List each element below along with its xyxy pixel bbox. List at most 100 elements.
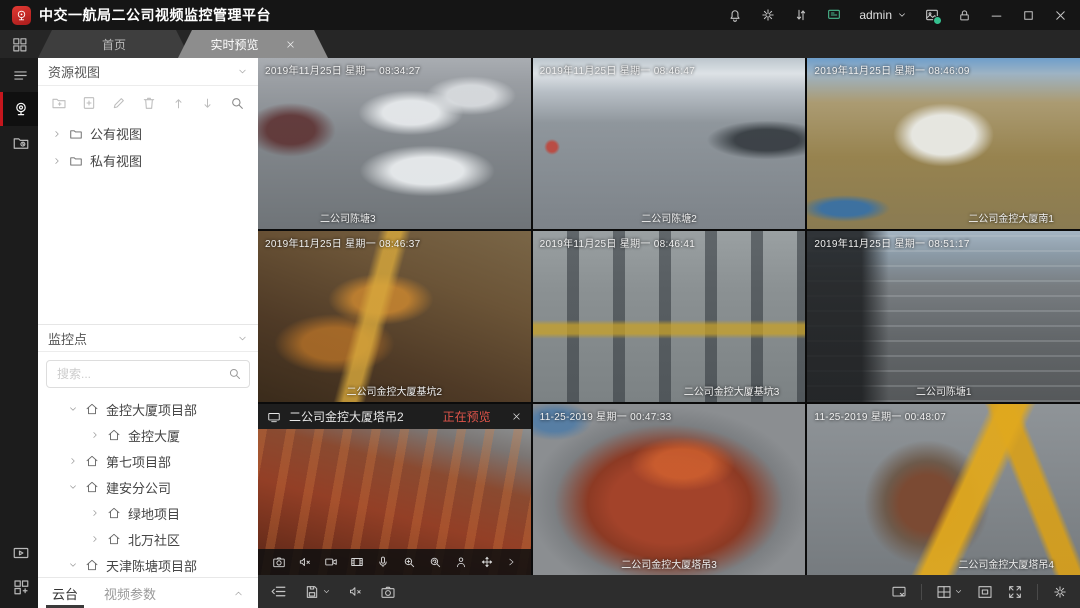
house-icon (85, 480, 99, 494)
delete-icon[interactable] (141, 95, 157, 111)
search-icon[interactable] (229, 95, 245, 111)
tree-item-label: 私有视图 (90, 151, 142, 170)
tree-item-label: 绿地项目 (128, 504, 180, 523)
window-close-button[interactable] (1053, 8, 1068, 23)
ptz-icon[interactable] (480, 555, 494, 569)
tab-home-label: 首页 (102, 36, 126, 53)
left-rail (0, 58, 38, 608)
camera-cell-2[interactable]: 2019年11月25日 星期一 08:46:47 二公司陈塘2 (533, 58, 806, 229)
tree-item-site[interactable]: 第七项目部 (38, 448, 258, 474)
camera-cell-5[interactable]: 2019年11月25日 星期一 08:46:41 二公司金控大厦基坑3 (533, 231, 806, 402)
arrow-down-icon[interactable] (200, 96, 215, 111)
chevron-up-icon[interactable] (233, 588, 244, 599)
search-input[interactable] (46, 360, 250, 388)
camera-grid: 2019年11月25日 星期一 08:34:27 二公司陈塘3 2019年11月… (258, 58, 1080, 575)
camera-rail-icon[interactable] (0, 92, 38, 126)
tab-live-preview[interactable]: 实时预览 (178, 30, 328, 58)
folder-add-icon[interactable] (51, 95, 67, 111)
single-screen-icon[interactable] (977, 584, 993, 600)
tree-item-public-views[interactable]: 公有视图 (38, 120, 258, 147)
tab-ptz[interactable]: 云台 (52, 578, 78, 608)
chevron-down-icon[interactable] (237, 66, 248, 77)
monitor-icon (267, 410, 281, 424)
camera-cell-3[interactable]: 2019年11月25日 星期一 08:46:09 二公司金控大厦南1 (807, 58, 1080, 229)
record-icon[interactable] (324, 555, 338, 569)
panel-spacer (38, 174, 258, 324)
panel-collapse-icon[interactable] (270, 583, 287, 600)
settings-icon[interactable] (1052, 584, 1068, 600)
tab-close-icon[interactable] (285, 39, 296, 50)
camera-feed (533, 231, 806, 402)
zoom-3d-icon[interactable] (428, 555, 442, 569)
rail-bottom-group (0, 536, 38, 608)
tree-item-site[interactable]: 天津陈塘项目部 (38, 552, 258, 577)
menu-icon[interactable] (0, 58, 38, 92)
window-minimize-button[interactable] (989, 8, 1004, 23)
snapshot-all-icon[interactable] (380, 584, 396, 600)
user-menu[interactable]: admin (859, 8, 907, 22)
camera-cell-9[interactable]: 11-25-2019 星期一 00:48:07 二公司金控大厦塔吊4 (807, 404, 1080, 575)
playback-icon[interactable] (0, 126, 38, 160)
tree-item-site[interactable]: 金控大厦项目部 (38, 396, 258, 422)
save-layout-button[interactable] (304, 584, 331, 600)
camera-cell-1[interactable]: 2019年11月25日 星期一 08:34:27 二公司陈塘3 (258, 58, 531, 229)
tab-video-params[interactable]: 视频参数 (104, 578, 156, 608)
preset-icon[interactable] (454, 555, 468, 569)
monitor-status-icon[interactable] (826, 7, 842, 23)
tree-item-site[interactable]: 建安分公司 (38, 474, 258, 500)
tree-item-label: 金控大厦 (128, 426, 180, 445)
chevron-right-icon[interactable] (90, 430, 100, 440)
monitor-points-header[interactable]: 监控点 (38, 324, 258, 352)
camera-cell-4[interactable]: 2019年11月25日 星期一 08:46:37 二公司金控大厦基坑2 (258, 231, 531, 402)
camera-cell-6[interactable]: 2019年11月25日 星期一 08:51:17 二公司陈塘1 (807, 231, 1080, 402)
folder-icon (69, 154, 83, 168)
chevron-right-icon[interactable] (52, 156, 62, 166)
tab-home[interactable]: 首页 (38, 30, 190, 58)
arrow-up-icon[interactable] (171, 96, 186, 111)
gear-icon[interactable] (760, 7, 776, 23)
chevron-down-icon[interactable] (68, 404, 78, 414)
chevron-right-icon[interactable] (52, 129, 62, 139)
mute-icon[interactable] (298, 555, 312, 569)
chevron-right-icon[interactable] (90, 534, 100, 544)
apps-grid-icon[interactable] (0, 30, 38, 58)
camera-cell-8[interactable]: 11-25-2019 星期一 00:47:33 二公司金控大厦塔吊3 (533, 404, 806, 575)
video-wall-icon[interactable] (0, 536, 38, 570)
chevron-right-icon[interactable] (90, 508, 100, 518)
chevron-down-icon[interactable] (68, 560, 78, 570)
transfer-icon[interactable] (793, 7, 809, 23)
camera-feed (533, 58, 806, 229)
mute-all-icon[interactable] (348, 584, 363, 599)
chevron-down-icon[interactable] (68, 482, 78, 492)
camera-feed (258, 231, 531, 402)
resource-view-header[interactable]: 资源视图 (38, 58, 258, 86)
tree-item-site[interactable]: 绿地项目 (38, 500, 258, 526)
snapshot-icon[interactable] (272, 555, 286, 569)
close-icon[interactable] (511, 411, 522, 422)
lock-icon[interactable] (957, 8, 972, 23)
close-all-icon[interactable] (891, 584, 907, 600)
mic-icon[interactable] (376, 555, 390, 569)
timestamp-overlay: 11-25-2019 星期一 00:47:33 (540, 408, 672, 423)
house-icon (85, 558, 99, 572)
instant-playback-icon[interactable] (350, 555, 364, 569)
image-preview-icon[interactable] (924, 7, 940, 23)
camera-cell-7-selected[interactable]: 二公司金控大厦塔吊2 正在预览 (258, 404, 531, 575)
tree-item-site[interactable]: 金控大厦 (38, 422, 258, 448)
zoom-in-icon[interactable] (402, 555, 416, 569)
matrix-add-icon[interactable] (0, 570, 38, 604)
more-icon[interactable] (506, 557, 516, 567)
edit-icon[interactable] (111, 95, 127, 111)
file-add-icon[interactable] (81, 95, 97, 111)
tree-item-label: 第七项目部 (106, 452, 171, 471)
tree-item-site[interactable]: 北万社区 (38, 526, 258, 552)
chevron-right-icon[interactable] (68, 456, 78, 466)
tree-item-private-views[interactable]: 私有视图 (38, 147, 258, 174)
layout-grid-button[interactable] (936, 584, 963, 600)
window-maximize-button[interactable] (1021, 8, 1036, 23)
tab-live-label: 实时预览 (210, 36, 258, 53)
search-icon[interactable] (227, 366, 242, 381)
chevron-down-icon[interactable] (237, 333, 248, 344)
fullscreen-icon[interactable] (1007, 584, 1023, 600)
bell-icon[interactable] (727, 7, 743, 23)
